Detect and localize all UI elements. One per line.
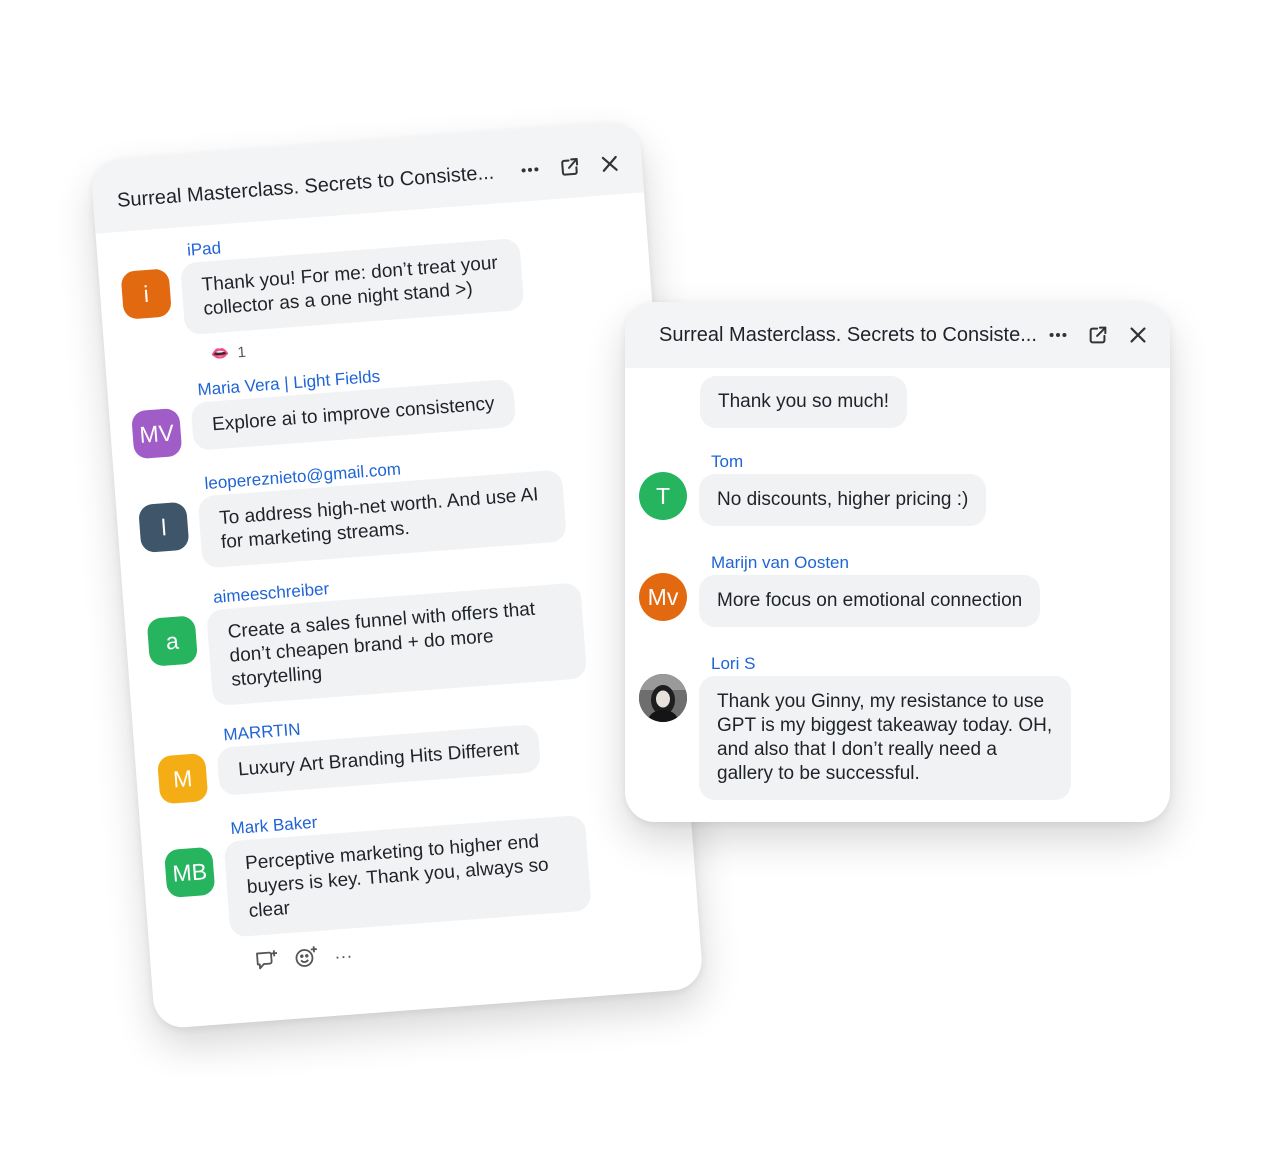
sender-name[interactable]: Marijn van Oosten bbox=[711, 551, 1040, 575]
list-item: MB Mark Baker Perceptive marketing to hi… bbox=[162, 783, 698, 942]
avatar[interactable]: l bbox=[138, 501, 190, 554]
popout-icon[interactable] bbox=[1086, 323, 1110, 347]
list-item: MV Maria Vera | Light Fields Explore ai … bbox=[129, 344, 661, 460]
avatar[interactable]: M bbox=[156, 752, 209, 805]
reply-icon[interactable] bbox=[254, 948, 280, 977]
list-item: l leopereznieto@gmail.com To address hig… bbox=[136, 438, 670, 573]
more-dots-icon[interactable]: ··· bbox=[334, 945, 354, 967]
chat-header: Surreal Masterclass. Secrets to Consiste… bbox=[625, 302, 1170, 368]
more-dots-icon[interactable] bbox=[1046, 323, 1070, 347]
chat-title: Surreal Masterclass. Secrets to Consiste… bbox=[659, 323, 1037, 346]
chat-panel-back: Surreal Masterclass. Secrets to Consiste… bbox=[90, 120, 704, 1030]
list-item: Lori S Thank you Ginny, my resistance to… bbox=[639, 652, 1170, 800]
list-item: a aimeeschreiber Create a sales funnel w… bbox=[144, 551, 680, 710]
avatar[interactable]: a bbox=[146, 615, 199, 667]
message-list: i iPad Thank you! For me: don’t treat yo… bbox=[96, 192, 701, 984]
avatar[interactable] bbox=[639, 674, 687, 722]
reaction-count: 1 bbox=[236, 343, 247, 361]
message-bubble: Thank you so much! bbox=[700, 376, 908, 428]
avatar[interactable]: MB bbox=[163, 846, 216, 899]
avatar[interactable]: MV bbox=[130, 407, 183, 460]
popout-icon[interactable] bbox=[557, 154, 583, 180]
lips-emoji-icon: 👄 bbox=[210, 344, 231, 364]
add-reaction-icon[interactable] bbox=[294, 945, 320, 974]
avatar[interactable]: T bbox=[639, 472, 687, 520]
message-bubble: More focus on emotional connection bbox=[699, 575, 1041, 627]
sender-name[interactable]: Lori S bbox=[711, 652, 1071, 676]
chat-panel-front: Surreal Masterclass. Secrets to Consiste… bbox=[625, 302, 1170, 822]
profile-photo-icon bbox=[639, 674, 687, 722]
avatar[interactable]: i bbox=[120, 268, 172, 320]
close-icon[interactable] bbox=[1126, 323, 1150, 347]
list-item: M MARRTIN Luxury Art Branding Hits Diffe… bbox=[155, 689, 687, 805]
list-item: T Tom No discounts, higher pricing :) bbox=[639, 450, 1170, 526]
chat-title: Surreal Masterclass. Secrets to Consiste… bbox=[116, 161, 495, 212]
message-list: Thank you so much! T Tom No discounts, h… bbox=[625, 368, 1170, 800]
avatar[interactable]: Mv bbox=[639, 573, 687, 621]
more-dots-icon[interactable] bbox=[517, 157, 543, 183]
list-item: Mv Marijn van Oosten More focus on emoti… bbox=[639, 551, 1170, 627]
message-bubble: Thank you Ginny, my resistance to use GP… bbox=[699, 676, 1071, 800]
message-bubble: No discounts, higher pricing :) bbox=[699, 474, 987, 526]
close-icon[interactable] bbox=[597, 151, 623, 177]
sender-name[interactable]: Tom bbox=[711, 450, 986, 474]
